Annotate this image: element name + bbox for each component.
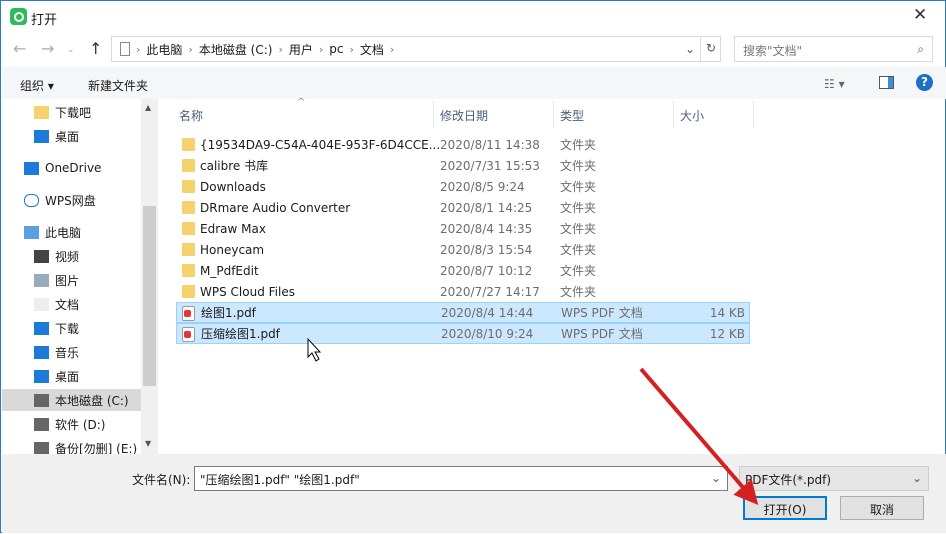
annotation-arrow	[307, 337, 759, 506]
mouse-cursor-icon	[307, 337, 322, 362]
open-file-dialog: 打开 ✕ ← → ⌄ ↑ › 此电脑 › 本地磁盘 (C:) › 用户 › pc › 文档…	[0, 0, 946, 533]
